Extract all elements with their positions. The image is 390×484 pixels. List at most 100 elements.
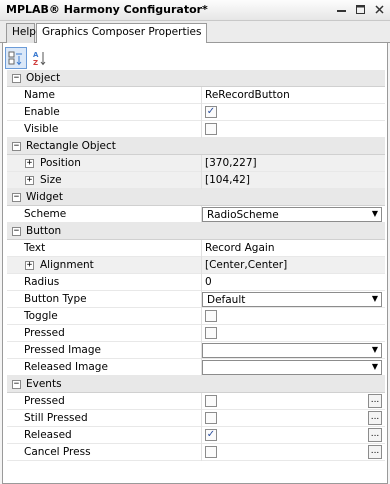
column-separator (201, 104, 202, 121)
pressed-checkbox[interactable] (205, 327, 217, 339)
column-separator (201, 308, 202, 325)
collapse-icon[interactable]: − (12, 227, 21, 236)
property-value[interactable]: Record Again (205, 242, 274, 254)
property-name: Alignment (40, 259, 94, 271)
property-row-event-pressed[interactable]: Pressed ... (7, 393, 385, 410)
property-row-alignment[interactable]: + Alignment [Center,Center] (7, 257, 385, 274)
dropdown-arrow-icon: ▼ (371, 209, 378, 218)
category-object[interactable]: − Object (7, 70, 385, 87)
categorized-sort-button[interactable] (5, 47, 27, 69)
property-row-pressed[interactable]: Pressed (7, 325, 385, 342)
property-name: Scheme (24, 208, 67, 220)
released-image-dropdown[interactable]: ▼ (202, 360, 382, 375)
tab-graphics-composer-properties[interactable]: Graphics Composer Properties (36, 23, 208, 44)
expand-icon[interactable]: + (25, 176, 34, 185)
property-row-size[interactable]: + Size [104,42] (7, 172, 385, 189)
property-name: Released Image (24, 361, 108, 373)
alphabetical-sort-button[interactable]: A Z (29, 47, 51, 69)
property-value[interactable]: ReRecordButton (205, 89, 290, 101)
property-value[interactable]: 0 (205, 276, 212, 288)
collapse-icon[interactable]: − (12, 74, 21, 83)
collapse-icon[interactable]: − (12, 380, 21, 389)
property-row-scheme[interactable]: Scheme RadioScheme ▼ (7, 206, 385, 223)
property-name: Pressed (24, 395, 65, 407)
column-separator (201, 172, 202, 189)
expand-icon[interactable]: + (25, 261, 34, 270)
edit-event-button[interactable]: ... (368, 411, 382, 425)
close-icon[interactable] (373, 3, 386, 16)
event-cancel-press-checkbox[interactable] (205, 446, 217, 458)
property-name: Cancel Press (24, 446, 91, 458)
property-row-released-image[interactable]: Released Image ▼ (7, 359, 385, 376)
dropdown-value: Default (207, 294, 246, 306)
category-button[interactable]: − Button (7, 223, 385, 240)
property-name: Still Pressed (24, 412, 88, 424)
event-pressed-checkbox[interactable] (205, 395, 217, 407)
category-rectangle-object[interactable]: − Rectangle Object (7, 138, 385, 155)
event-still-pressed-checkbox[interactable] (205, 412, 217, 424)
category-events[interactable]: − Events (7, 376, 385, 393)
property-row-text[interactable]: Text Record Again (7, 240, 385, 257)
column-separator (201, 274, 202, 291)
collapse-icon[interactable]: − (12, 142, 21, 151)
svg-text:A: A (33, 51, 39, 59)
property-name: Position (40, 157, 81, 169)
property-name: Radius (24, 276, 60, 288)
tab-help[interactable]: Help (6, 23, 36, 43)
column-separator (201, 240, 202, 257)
column-separator (201, 410, 202, 427)
category-label: Button (26, 225, 62, 237)
column-separator (201, 87, 202, 104)
enable-checkbox[interactable]: ✓ (205, 106, 217, 118)
column-separator (201, 155, 202, 172)
property-row-radius[interactable]: Radius 0 (7, 274, 385, 291)
svg-text:Z: Z (33, 59, 38, 66)
property-name: Visible (24, 123, 59, 135)
property-name: Pressed Image (24, 344, 101, 356)
property-name: Released (24, 429, 72, 441)
property-row-event-cancel-press[interactable]: Cancel Press ... (7, 444, 385, 461)
property-name: Pressed (24, 327, 65, 339)
property-grid: − Object Name ReRecordButton Enable ✓ Vi… (7, 70, 385, 461)
property-name: Enable (24, 106, 60, 118)
property-row-position[interactable]: + Position [370,227] (7, 155, 385, 172)
column-separator (201, 393, 202, 410)
property-row-name[interactable]: Name ReRecordButton (7, 87, 385, 104)
property-row-visible[interactable]: Visible (7, 121, 385, 138)
column-separator (201, 257, 202, 274)
alphabetical-sort-icon: A Z (33, 51, 46, 66)
property-name: Text (24, 242, 46, 254)
event-released-checkbox[interactable]: ✓ (205, 429, 217, 441)
button-type-dropdown[interactable]: Default ▼ (202, 292, 382, 307)
restore-icon[interactable] (354, 3, 367, 16)
property-row-button-type[interactable]: Button Type Default ▼ (7, 291, 385, 308)
edit-event-button[interactable]: ... (368, 428, 382, 442)
column-separator (201, 325, 202, 342)
property-value[interactable]: [Center,Center] (205, 259, 287, 271)
dropdown-arrow-icon: ▼ (371, 362, 378, 371)
column-separator (201, 444, 202, 461)
toggle-checkbox[interactable] (205, 310, 217, 322)
property-row-event-still-pressed[interactable]: Still Pressed ... (7, 410, 385, 427)
property-name: Button Type (24, 293, 87, 305)
edit-event-button[interactable]: ... (368, 445, 382, 459)
edit-event-button[interactable]: ... (368, 394, 382, 408)
minimize-icon[interactable] (335, 3, 348, 16)
category-label: Rectangle Object (26, 140, 116, 152)
collapse-icon[interactable]: − (12, 193, 21, 202)
scheme-dropdown[interactable]: RadioScheme ▼ (202, 207, 382, 222)
property-row-enable[interactable]: Enable ✓ (7, 104, 385, 121)
property-toolbar: A Z (5, 47, 51, 69)
panel-title: MPLAB® Harmony Configurator* (6, 3, 208, 16)
visible-checkbox[interactable] (205, 123, 217, 135)
property-value[interactable]: [370,227] (205, 157, 257, 169)
pressed-image-dropdown[interactable]: ▼ (202, 343, 382, 358)
tab-bar: Help Graphics Composer Properties (0, 21, 390, 44)
column-separator (201, 427, 202, 444)
property-row-event-released[interactable]: Released ✓ ... (7, 427, 385, 444)
expand-icon[interactable]: + (25, 159, 34, 168)
category-widget[interactable]: − Widget (7, 189, 385, 206)
property-row-toggle[interactable]: Toggle (7, 308, 385, 325)
property-value[interactable]: [104,42] (205, 174, 250, 186)
property-row-pressed-image[interactable]: Pressed Image ▼ (7, 342, 385, 359)
